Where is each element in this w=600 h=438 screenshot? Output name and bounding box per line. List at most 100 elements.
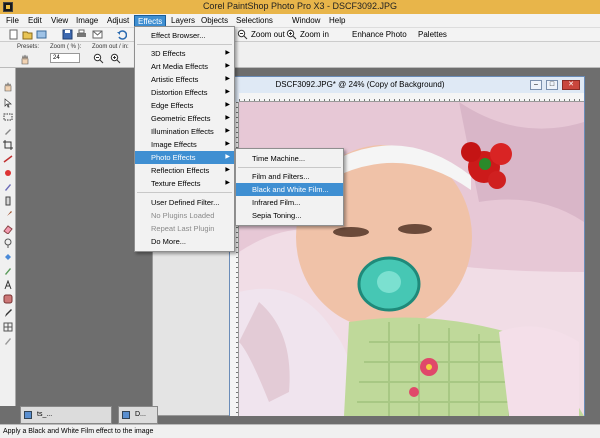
maximize-button[interactable]: □ [546, 80, 558, 90]
document-title: DSCF3092.JPG* @ 24% (Copy of Background) [275, 80, 445, 89]
menu-item-infrared-film[interactable]: Infrared Film... [236, 196, 343, 209]
clone-tool-icon[interactable] [3, 196, 13, 206]
document-icon [24, 411, 32, 419]
zoom-in-icon[interactable] [286, 29, 297, 40]
minimized-window-ts[interactable]: ts_... [20, 406, 112, 424]
palettes-button[interactable]: Palettes [418, 30, 447, 39]
menu-item-illumination-effects[interactable]: Illumination Effects ▶ [135, 125, 234, 138]
menu-adjust[interactable]: Adjust [104, 15, 132, 27]
pick-tool-icon[interactable] [3, 98, 13, 108]
zoom-out-icon[interactable] [237, 29, 248, 40]
menu-bar: File Edit View Image Adjust Effects Laye… [0, 14, 600, 28]
menu-edit[interactable]: Edit [25, 15, 45, 27]
menu-item-do-more[interactable]: Do More... [135, 235, 234, 248]
minimize-button[interactable]: – [530, 80, 542, 90]
menu-item-label: Infrared Film... [252, 198, 301, 207]
tools-toolbar [0, 68, 16, 406]
menu-item-geometric-effects[interactable]: Geometric Effects ▶ [135, 112, 234, 125]
menu-item-time-machine[interactable]: Time Machine... [236, 152, 343, 165]
selection-tool-icon[interactable] [3, 112, 13, 122]
menu-selections[interactable]: Selections [233, 15, 276, 27]
menu-item-label: Black and White Film... [252, 185, 329, 194]
menu-item-user-defined-filter[interactable]: User Defined Filter... [135, 196, 234, 209]
menu-item-label: Image Effects [151, 140, 197, 149]
minimized-window-title: ts_... [37, 411, 53, 418]
menu-image[interactable]: Image [73, 15, 101, 27]
menu-item-label: Art Media Effects [151, 62, 208, 71]
crop-tool-icon[interactable] [3, 140, 13, 150]
menu-item-label: Artistic Effects [151, 75, 199, 84]
email-icon[interactable] [92, 29, 103, 40]
makeover-tool-icon[interactable] [3, 182, 13, 192]
status-bar: Apply a Black and White Film effect to t… [0, 424, 600, 438]
text-tool-icon[interactable] [3, 280, 13, 290]
close-button[interactable]: ✕ [562, 80, 580, 90]
zoom-percent-value: 24 [53, 55, 60, 61]
menu-item-label: Illumination Effects [151, 127, 214, 136]
menu-item-label: Sepia Toning... [252, 211, 302, 220]
menu-help[interactable]: Help [326, 15, 348, 27]
dropper-tool-icon[interactable] [3, 126, 13, 136]
tool-options-bar: Presets: Zoom ( % ): 24 Zoom out / in: [0, 42, 600, 68]
photo-effects-submenu: Time Machine... Film and Filters... Blac… [235, 148, 344, 226]
red-eye-tool-icon[interactable] [3, 168, 13, 178]
shape-tool-icon[interactable] [3, 294, 13, 304]
undo-icon[interactable] [116, 29, 127, 40]
zoom-in-small-icon[interactable] [110, 53, 121, 64]
print-icon[interactable] [76, 29, 87, 40]
new-file-icon[interactable] [8, 29, 19, 40]
pan-tool-icon[interactable] [3, 82, 13, 92]
fill-tool-icon[interactable] [3, 252, 13, 262]
eraser-tool-icon[interactable] [3, 224, 13, 234]
menu-item-black-and-white-film[interactable]: Black and White Film... [236, 183, 343, 196]
open-folder-icon[interactable] [22, 29, 33, 40]
browse-icon[interactable] [36, 29, 47, 40]
presets-label: Presets: [17, 44, 40, 50]
menu-window[interactable]: Window [289, 15, 323, 27]
dodge-tool-icon[interactable] [3, 238, 13, 248]
pen-tool-icon[interactable] [3, 308, 13, 318]
zoom-percent-label: Zoom ( % ): [50, 44, 82, 50]
menu-view[interactable]: View [48, 15, 71, 27]
menu-item-label: Geometric Effects [151, 114, 211, 123]
save-icon[interactable] [62, 29, 73, 40]
menu-item-artistic-effects[interactable]: Artistic Effects ▶ [135, 73, 234, 86]
menu-item-label: Film and Filters... [252, 172, 310, 181]
straighten-tool-icon[interactable] [3, 154, 13, 164]
menu-item-3d-effects[interactable]: 3D Effects ▶ [135, 47, 234, 60]
zoom-out-button[interactable]: Zoom out [251, 30, 285, 39]
menu-item-image-effects[interactable]: Image Effects ▶ [135, 138, 234, 151]
submenu-arrow-icon: ▶ [225, 154, 230, 160]
minimized-window-title: D... [135, 411, 146, 418]
zoom-percent-field[interactable]: 24 [50, 53, 80, 63]
menu-item-label: Time Machine... [252, 154, 306, 163]
menu-item-reflection-effects[interactable]: Reflection Effects ▶ [135, 164, 234, 177]
zoom-in-button[interactable]: Zoom in [300, 30, 329, 39]
paint-brush-tool-icon[interactable] [3, 210, 13, 220]
warp-tool-icon[interactable] [3, 322, 13, 332]
effects-menu: Effect Browser... 3D Effects ▶ Art Media … [134, 26, 235, 252]
menu-item-sepia-toning[interactable]: Sepia Toning... [236, 209, 343, 222]
menu-item-label: Distortion Effects [151, 88, 208, 97]
menu-item-effect-browser[interactable]: Effect Browser... [135, 29, 234, 42]
menu-item-art-media-effects[interactable]: Art Media Effects ▶ [135, 60, 234, 73]
horizontal-ruler [239, 93, 584, 102]
menu-item-edge-effects[interactable]: Edge Effects ▶ [135, 99, 234, 112]
menu-item-label: Repeat Last Plugin [151, 224, 215, 233]
zoom-out-small-icon[interactable] [93, 53, 104, 64]
title-bar: Corel PaintShop Photo Pro X3 - DSCF3092.… [0, 0, 600, 14]
preset-hand-icon[interactable] [19, 54, 31, 65]
menu-item-photo-effects[interactable]: Photo Effects ▶ [135, 151, 234, 164]
menu-item-film-and-filters[interactable]: Film and Filters... [236, 170, 343, 183]
smudge-tool-icon[interactable] [3, 336, 13, 346]
menu-file[interactable]: File [3, 15, 22, 27]
document-title-bar: DSCF3092.JPG* @ 24% (Copy of Background)… [230, 77, 584, 93]
menu-item-distortion-effects[interactable]: Distortion Effects ▶ [135, 86, 234, 99]
menu-item-label: Reflection Effects [151, 166, 210, 175]
minimized-window-d[interactable]: D... [118, 406, 158, 424]
standard-toolbar: Zoom out Zoom in Enhance Photo Palettes [0, 28, 600, 42]
color-changer-tool-icon[interactable] [3, 266, 13, 276]
menu-item-texture-effects[interactable]: Texture Effects ▶ [135, 177, 234, 190]
menu-item-label: Do More... [151, 237, 187, 246]
enhance-photo-button[interactable]: Enhance Photo [352, 30, 407, 39]
